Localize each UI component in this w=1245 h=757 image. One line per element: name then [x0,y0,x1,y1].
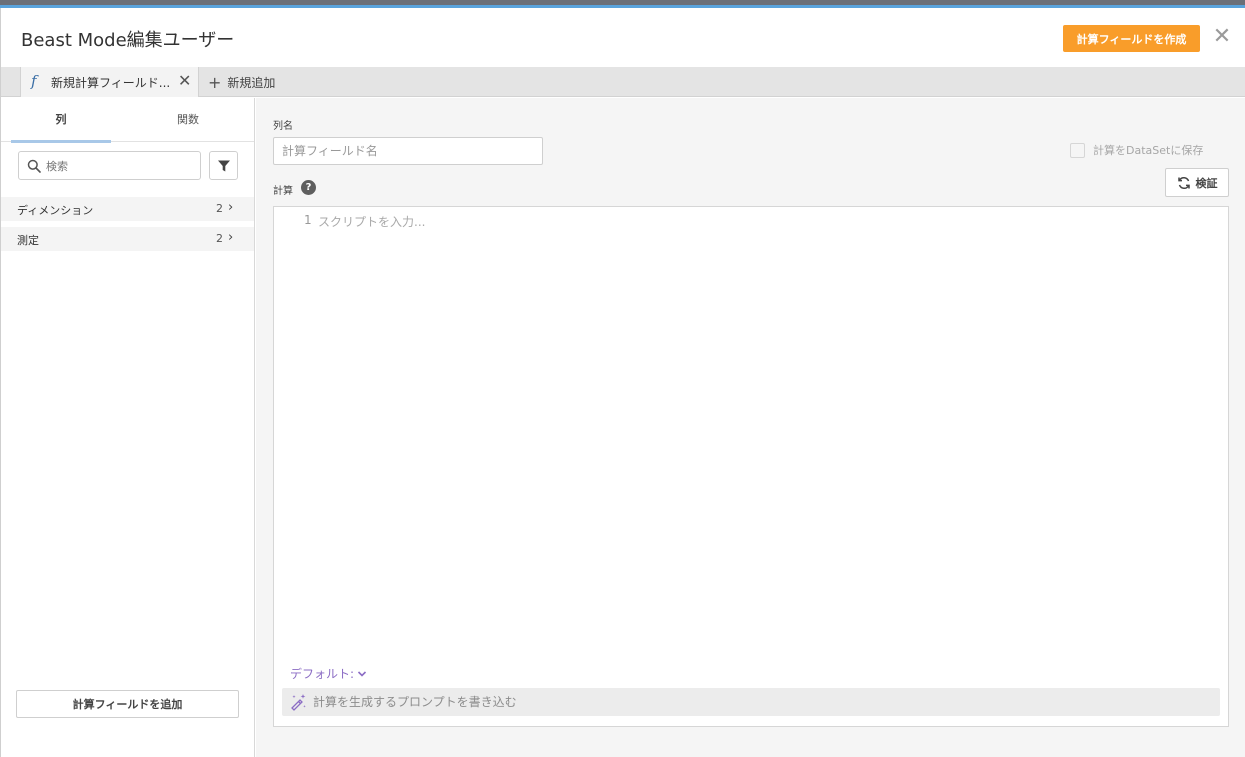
validate-button[interactable]: 検証 [1165,168,1229,197]
save-to-dataset-label: 計算をDataSetに保存 [1093,144,1204,157]
tab-functions-label: 関数 [177,113,199,126]
tab-new-calculated-field[interactable]: f 新規計算フィールド... ✕ [20,67,199,97]
ai-prompt-bar [282,688,1220,716]
refresh-icon [1177,176,1190,189]
search-icon [27,159,41,173]
tab-functions[interactable]: 関数 [138,98,238,142]
default-selector-label: デフォルト: [290,667,355,681]
tab-columns[interactable]: 列 [11,98,111,143]
magic-wand-icon [291,694,306,711]
modal-title: Beast Mode編集ユーザー [21,30,235,51]
validate-label: 検証 [1195,176,1218,190]
add-calculated-field-button[interactable]: 計算フィールドを追加 [16,690,239,718]
column-name-label: 列名 [273,121,293,132]
category-count: 2 [216,202,223,215]
column-search [18,151,201,180]
beast-mode-editor-modal: Beast Mode編集ユーザー 計算フィールドを作成 ✕ f 新規計算フィール… [0,8,1245,757]
window-top-strip [0,0,1245,8]
save-to-dataset-checkbox[interactable] [1070,142,1085,158]
create-calculated-field-button[interactable]: 計算フィールドを作成 [1063,25,1200,52]
plus-icon: + [208,72,222,92]
default-model-selector[interactable]: デフォルト: [290,665,367,682]
tab-label: 新規計算フィールド... [51,76,171,90]
ai-prompt-input[interactable] [313,693,1193,711]
category-label: ディメンション [17,204,94,217]
sidebar: 列 関数 ディメンション 2 › 測定 2 [1,98,255,757]
search-input[interactable] [46,157,196,175]
tab-columns-label: 列 [55,113,67,126]
line-number: 1 [304,213,312,227]
sidebar-tabs: 列 関数 [1,98,254,143]
modal-header: Beast Mode編集ユーザー 計算フィールドを作成 ✕ [1,8,1245,67]
chevron-right-icon: › [228,230,234,245]
category-row-dimensions[interactable]: ディメンション 2 › [1,197,254,221]
script-placeholder: スクリプトを入力... [318,215,426,229]
save-to-dataset-option[interactable]: 計算をDataSetに保存 [1070,142,1203,158]
calculation-label: 計算 [273,186,293,197]
help-icon[interactable]: ? [301,180,316,195]
formula-tab-bar: f 新規計算フィールド... ✕ + 新規追加 [1,67,1245,97]
chevron-right-icon: › [228,200,234,215]
script-editor[interactable]: 1 スクリプトを入力... デフォルト: [273,206,1229,727]
category-count: 2 [216,232,223,245]
function-icon: f [31,72,37,90]
add-new-tab-label: 新規追加 [227,75,276,90]
tab-close-icon[interactable]: ✕ [178,71,191,90]
add-new-tab-button[interactable]: + 新規追加 [208,67,275,97]
category-row-measures[interactable]: 測定 2 › [1,227,254,251]
filter-button[interactable] [209,151,238,180]
chevron-down-icon [357,670,367,677]
active-tab-indicator [11,140,111,143]
close-icon[interactable]: ✕ [1211,26,1233,48]
formula-editor-panel: 列名 計算をDataSetに保存 計算 ? 検証 1 スクリプトを入力... デ… [256,98,1245,757]
filter-icon [217,160,230,171]
column-name-input[interactable] [273,137,543,165]
category-label: 測定 [17,234,39,247]
